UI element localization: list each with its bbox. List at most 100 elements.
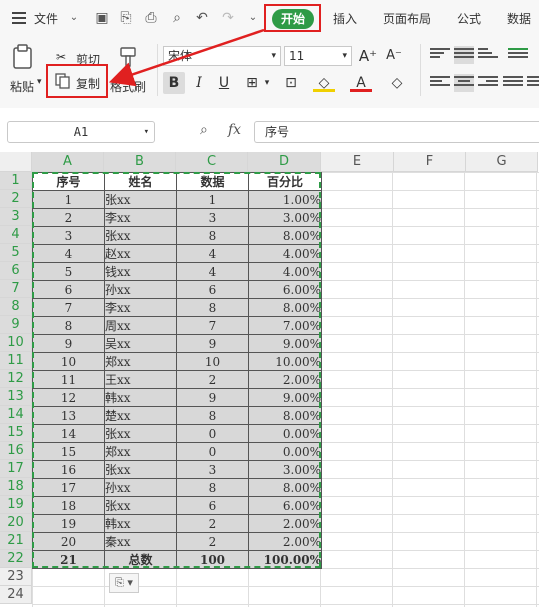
redo-icon[interactable]: ↷ bbox=[220, 10, 236, 26]
tab-page-layout[interactable]: 页面布局 bbox=[383, 10, 431, 27]
table-cell[interactable]: 7 bbox=[32, 298, 105, 317]
table-cell[interactable]: 韩xx bbox=[104, 388, 177, 407]
tab-home[interactable]: 开始 bbox=[272, 9, 314, 29]
copy-button[interactable]: 复制 bbox=[76, 75, 100, 92]
table-cell[interactable]: 21 bbox=[32, 550, 105, 569]
table-cell[interactable]: 李xx bbox=[104, 208, 177, 227]
table-cell[interactable]: 0 bbox=[176, 424, 249, 443]
table-cell[interactable]: 17 bbox=[32, 478, 105, 497]
table-cell[interactable]: 4 bbox=[176, 244, 249, 263]
table-cell[interactable]: 2 bbox=[176, 514, 249, 533]
table-cell[interactable]: 10 bbox=[32, 352, 105, 371]
table-cell[interactable]: 4.00% bbox=[248, 262, 322, 281]
row-header[interactable]: 18 bbox=[0, 478, 32, 496]
name-box[interactable]: A1 ▾ bbox=[7, 121, 155, 143]
table-cell[interactable]: 2 bbox=[32, 208, 105, 227]
row-header[interactable]: 16 bbox=[0, 442, 32, 460]
row-header[interactable]: 9 bbox=[0, 316, 32, 334]
table-cell[interactable]: 8.00% bbox=[248, 406, 322, 425]
table-cell[interactable]: 百分比 bbox=[248, 172, 322, 191]
table-cell[interactable]: 周xx bbox=[104, 316, 177, 335]
row-header[interactable]: 13 bbox=[0, 388, 32, 406]
row-header[interactable]: 22 bbox=[0, 550, 32, 568]
row-header[interactable]: 10 bbox=[0, 334, 32, 352]
format-painter-button[interactable]: 格式刷 bbox=[110, 78, 146, 95]
table-cell[interactable]: 2.00% bbox=[248, 370, 322, 389]
row-header[interactable]: 5 bbox=[0, 244, 32, 262]
formula-input[interactable]: 序号 bbox=[254, 121, 539, 143]
table-cell[interactable]: 7 bbox=[176, 316, 249, 335]
row-header[interactable]: 11 bbox=[0, 352, 32, 370]
table-cell[interactable]: 8 bbox=[176, 478, 249, 497]
underline-button[interactable]: U bbox=[213, 72, 235, 94]
chevron-down-icon[interactable]: ⌄ bbox=[66, 10, 82, 26]
table-cell[interactable]: 钱xx bbox=[104, 262, 177, 281]
align-right-icon[interactable] bbox=[478, 74, 498, 92]
clear-format-icon[interactable]: ◇ bbox=[386, 72, 408, 94]
decrease-font-icon[interactable]: A⁻ bbox=[383, 45, 405, 67]
row-header[interactable]: 7 bbox=[0, 280, 32, 298]
table-cell[interactable]: 12 bbox=[32, 388, 105, 407]
undo-icon[interactable]: ↶ bbox=[194, 10, 210, 26]
align-top-icon[interactable] bbox=[430, 46, 450, 64]
print-preview-icon[interactable]: ⌕ bbox=[169, 10, 185, 26]
table-cell[interactable]: 1 bbox=[32, 190, 105, 209]
table-cell[interactable]: 3 bbox=[32, 226, 105, 245]
font-color-icon[interactable]: A bbox=[350, 72, 372, 92]
row-header[interactable]: 1 bbox=[0, 172, 32, 190]
export-icon[interactable]: ⎘ bbox=[118, 10, 134, 26]
column-header-e[interactable]: E bbox=[321, 152, 394, 172]
table-cell[interactable]: 王xx bbox=[104, 370, 177, 389]
table-cell[interactable]: 2.00% bbox=[248, 532, 322, 551]
table-cell[interactable]: 2 bbox=[176, 532, 249, 551]
tab-insert[interactable]: 插入 bbox=[333, 10, 357, 27]
table-cell[interactable]: 郑xx bbox=[104, 352, 177, 371]
table-cell[interactable]: 序号 bbox=[32, 172, 105, 191]
table-cell[interactable]: 5 bbox=[32, 262, 105, 281]
table-cell[interactable]: 3.00% bbox=[248, 460, 322, 479]
table-cell[interactable]: 8.00% bbox=[248, 298, 322, 317]
table-cell[interactable]: 0 bbox=[176, 442, 249, 461]
row-header[interactable]: 19 bbox=[0, 496, 32, 514]
justify-icon[interactable] bbox=[503, 74, 523, 92]
table-cell[interactable]: 8 bbox=[32, 316, 105, 335]
table-cell[interactable]: 4.00% bbox=[248, 244, 322, 263]
table-cell[interactable]: 孙xx bbox=[104, 478, 177, 497]
font-size-select[interactable]: 11 ▾ bbox=[284, 46, 352, 66]
table-cell[interactable]: 8.00% bbox=[248, 478, 322, 497]
print-icon[interactable]: ⎙ bbox=[143, 10, 159, 26]
table-cell[interactable]: 8 bbox=[176, 406, 249, 425]
select-all-corner[interactable] bbox=[0, 152, 32, 172]
table-cell[interactable]: 6.00% bbox=[248, 280, 322, 299]
table-cell[interactable]: 3 bbox=[176, 208, 249, 227]
table-cell[interactable]: 14 bbox=[32, 424, 105, 443]
distributed-icon[interactable] bbox=[527, 74, 539, 92]
tab-formula[interactable]: 公式 bbox=[457, 10, 481, 27]
align-left-icon[interactable] bbox=[430, 74, 450, 92]
table-cell[interactable]: 4 bbox=[176, 262, 249, 281]
table-cell[interactable]: 13 bbox=[32, 406, 105, 425]
row-header[interactable]: 6 bbox=[0, 262, 32, 280]
table-cell[interactable]: 8.00% bbox=[248, 226, 322, 245]
table-cell[interactable]: 3.00% bbox=[248, 208, 322, 227]
table-cell[interactable]: 9 bbox=[176, 388, 249, 407]
increase-font-icon[interactable]: A⁺ bbox=[357, 45, 379, 67]
row-header[interactable]: 4 bbox=[0, 226, 32, 244]
row-header[interactable]: 3 bbox=[0, 208, 32, 226]
column-header-a[interactable]: A bbox=[32, 152, 104, 172]
table-cell[interactable]: 张xx bbox=[104, 424, 177, 443]
table-cell[interactable]: 6 bbox=[176, 280, 249, 299]
table-cell[interactable]: 张xx bbox=[104, 226, 177, 245]
table-cell[interactable]: 100 bbox=[176, 550, 249, 569]
table-cell[interactable]: 9.00% bbox=[248, 334, 322, 353]
table-cell[interactable]: 李xx bbox=[104, 298, 177, 317]
font-name-select[interactable]: 宋体 ▾ bbox=[163, 46, 281, 66]
column-header-d[interactable]: D bbox=[248, 152, 321, 172]
table-cell[interactable]: 8 bbox=[176, 226, 249, 245]
table-cell[interactable]: 9.00% bbox=[248, 388, 322, 407]
menu-file[interactable]: 文件 bbox=[34, 10, 58, 27]
table-cell[interactable]: 7.00% bbox=[248, 316, 322, 335]
row-header[interactable]: 23 bbox=[0, 568, 32, 586]
table-cell[interactable]: 2 bbox=[176, 370, 249, 389]
table-cell[interactable]: 孙xx bbox=[104, 280, 177, 299]
